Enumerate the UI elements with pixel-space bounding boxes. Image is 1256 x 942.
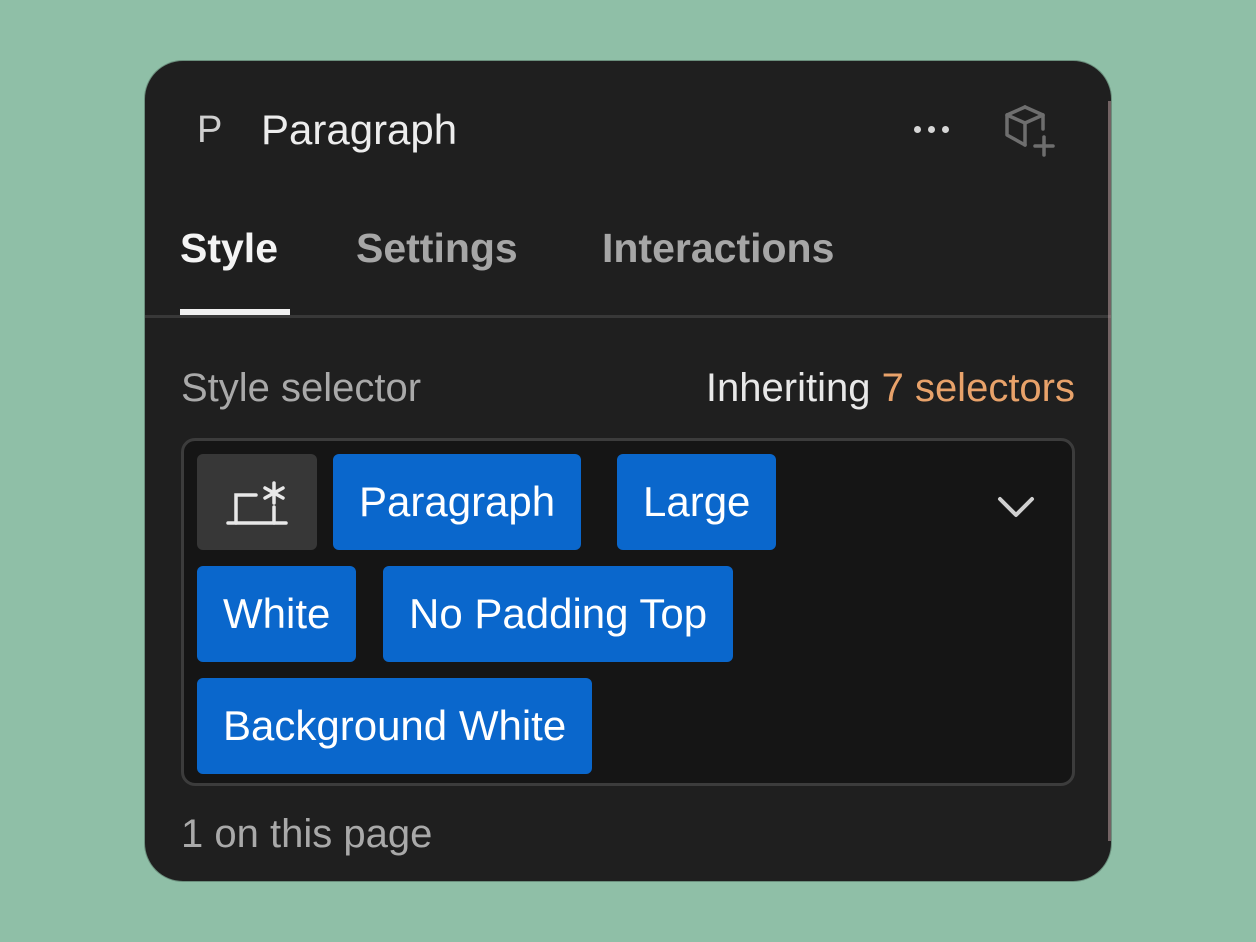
inheriting-prefix: Inheriting: [705, 366, 871, 410]
selector-chip[interactable]: Paragraph: [333, 454, 582, 550]
selector-dropdown-button[interactable]: [994, 485, 1038, 529]
panel-tabs: Style Settings Interactions: [145, 211, 1111, 318]
tab-interactions[interactable]: Interactions: [602, 223, 834, 273]
selector-chip[interactable]: Background White: [197, 678, 593, 774]
active-tab-indicator: [180, 309, 290, 315]
more-options-button[interactable]: [901, 109, 961, 149]
more-horizontal-icon: [913, 125, 949, 133]
create-component-icon: [1005, 105, 1055, 157]
chevron-down-icon: [998, 497, 1034, 517]
selector-chip[interactable]: Large: [617, 454, 777, 550]
selector-field[interactable]: Paragraph Large White No Padding Top Bac…: [181, 438, 1075, 786]
selector-chip[interactable]: No Padding Top: [383, 566, 734, 662]
element-state-icon: [226, 481, 288, 525]
style-panel: P Paragraph Style Settings Interactions …: [145, 61, 1111, 881]
element-title: Paragraph: [261, 106, 458, 153]
tab-settings[interactable]: Settings: [356, 223, 518, 273]
element-type-letter: P: [197, 109, 223, 151]
tab-style[interactable]: Style: [180, 223, 278, 273]
selector-chip[interactable]: White: [197, 566, 357, 662]
inheriting-selectors-link[interactable]: 7 selectors: [882, 366, 1075, 410]
element-state-button[interactable]: [197, 454, 317, 550]
inheriting-info: Inheriting 7 selectors: [706, 363, 1075, 413]
usage-count: 1 on this page: [181, 812, 433, 856]
create-component-button[interactable]: [1001, 101, 1059, 159]
style-selector-label: Style selector: [181, 366, 422, 410]
panel-header: P Paragraph: [145, 61, 1111, 201]
